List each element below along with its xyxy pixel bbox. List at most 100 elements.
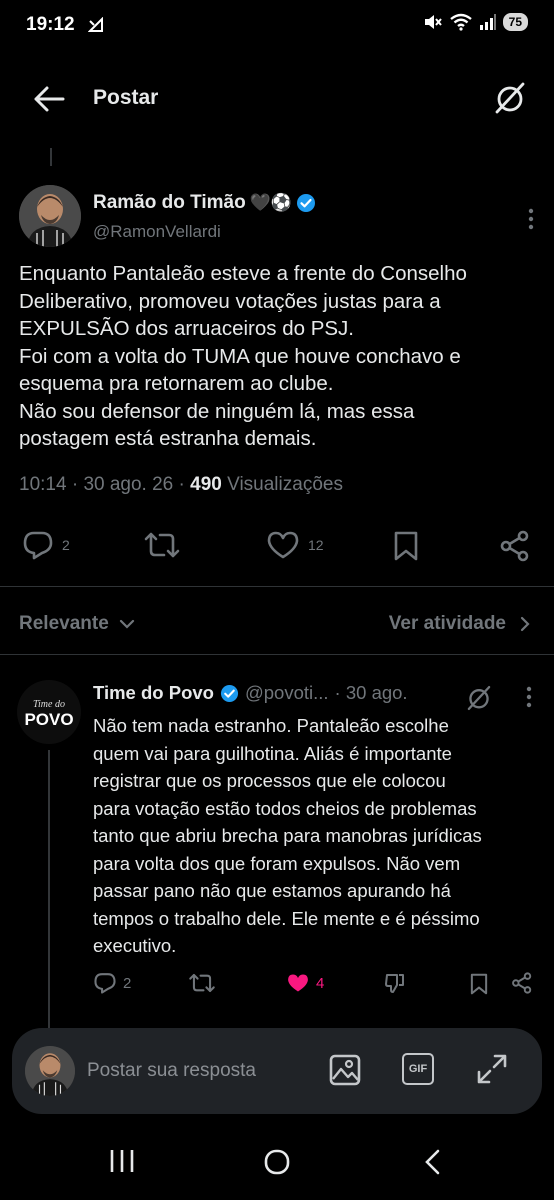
- avatar[interactable]: [25, 1046, 75, 1096]
- reply-count: 2: [62, 537, 70, 553]
- reply-input[interactable]: Postar sua resposta: [87, 1060, 256, 1082]
- post-text-line: EXPULSÃO dos arruaceiros do PSJ.: [19, 317, 354, 340]
- system-back-icon[interactable]: [422, 1148, 442, 1176]
- sort-label: Relevante: [19, 613, 109, 634]
- bookmark-icon[interactable]: [469, 972, 489, 996]
- post-text-line: Deliberativo, promoveu votações justas p…: [19, 289, 441, 313]
- system-navigation-bar: [0, 1122, 554, 1200]
- reply-icon: [94, 973, 116, 994]
- thread-connector-line: [48, 750, 50, 1030]
- wifi-icon: [449, 13, 472, 31]
- page-title: Postar: [93, 86, 159, 109]
- like-count: 12: [308, 537, 324, 553]
- status-bar: 19:12 75: [0, 0, 554, 52]
- time-do-povo-logo: Time do POVO: [17, 680, 81, 744]
- author-name[interactable]: Ramão do Timão 🖤⚽: [93, 192, 316, 214]
- meta-separator: ·: [178, 474, 191, 495]
- sort-dropdown[interactable]: Relevante: [19, 613, 135, 635]
- downvote-icon[interactable]: [384, 972, 406, 994]
- share-icon[interactable]: [511, 972, 533, 994]
- reply-text-line: quem vai para guilhotina. Aliás é import…: [93, 742, 452, 764]
- verified-badge-icon: [220, 684, 239, 702]
- post-text-line: Não sou defensor de ninguém lá, mas essa: [19, 399, 415, 423]
- like-button[interactable]: 12: [266, 530, 324, 560]
- notification-icon: [88, 17, 103, 32]
- reply-text-line: tempos o trabalho dele. Ele mente e é pé…: [93, 907, 480, 929]
- reply-author-handle[interactable]: @povoti...: [245, 682, 329, 704]
- repost-button[interactable]: [188, 972, 216, 994]
- reply-compose-bar: Postar sua resposta GIF: [12, 1028, 542, 1114]
- avatar[interactable]: [19, 185, 81, 247]
- reply-date[interactable]: · 30 ago.: [335, 682, 408, 704]
- post-text-line: esquema pra retornarem ao clube.: [19, 372, 334, 395]
- reply-body: Não tem nada estranho. Pantaleão escolhe…: [93, 712, 543, 960]
- image-icon[interactable]: [328, 1053, 362, 1087]
- back-arrow-icon[interactable]: [32, 84, 66, 114]
- divider: [0, 654, 554, 655]
- reply-post: Time do POVO Time do Povo @povoti... · 3…: [0, 676, 554, 1030]
- chevron-down-icon: [119, 619, 134, 629]
- post-text-line: postagem está estranha demais.: [19, 427, 317, 450]
- like-icon: [267, 531, 299, 559]
- logo-text-top: Time do: [33, 699, 65, 710]
- gif-icon[interactable]: GIF: [402, 1053, 434, 1085]
- author-handle[interactable]: @RamonVellardi: [93, 222, 221, 242]
- reply-button[interactable]: 2: [22, 530, 70, 560]
- reply-text-line: executivo.: [93, 935, 177, 956]
- divider: [0, 586, 554, 587]
- logo-text-bottom: POVO: [24, 710, 73, 729]
- post-body: Enquanto Pantaleão esteve a frente do Co…: [19, 260, 544, 453]
- views-count: 490: [190, 474, 222, 495]
- status-time: 19:12: [26, 14, 75, 35]
- verified-badge-icon: [297, 194, 316, 212]
- like-icon: [288, 974, 308, 992]
- gif-label: GIF: [408, 1063, 428, 1075]
- post-date[interactable]: 30 ago. 26: [83, 474, 173, 495]
- top-header: Postar: [0, 52, 554, 148]
- bookmark-icon[interactable]: [392, 530, 420, 562]
- reply-icon: [23, 531, 53, 560]
- view-activity-label: Ver atividade: [388, 613, 506, 634]
- reply-text-line: para votação estão todos cheios de probl…: [93, 797, 477, 819]
- view-activity-link[interactable]: Ver atividade: [389, 613, 530, 635]
- like-button[interactable]: 4: [286, 972, 324, 994]
- reply-text-line: passar pano não que estamos apurando há: [93, 880, 451, 901]
- reply-author-name[interactable]: Time do Povo: [93, 682, 214, 704]
- thread-connector-line: [50, 148, 52, 166]
- meta-separator: ·: [71, 474, 84, 495]
- post-text-line: Foi com a volta do TUMA que houve concha…: [19, 344, 461, 368]
- reply-text-line: Não tem nada estranho. Pantaleão escolhe: [93, 715, 449, 736]
- post-time[interactable]: 10:14: [19, 474, 67, 495]
- avatar-illustration: [19, 185, 81, 247]
- repost-icon: [189, 973, 215, 993]
- signal-icon: [479, 14, 496, 30]
- like-count: 4: [316, 974, 325, 992]
- more-icon[interactable]: [528, 208, 534, 230]
- reply-count: 2: [123, 974, 132, 992]
- status-icons: 75: [423, 13, 528, 31]
- post-action-bar: 2 12: [0, 522, 554, 566]
- mute-icon: [424, 15, 442, 29]
- grok-icon[interactable]: [492, 80, 528, 116]
- reply-button[interactable]: 2: [93, 972, 131, 994]
- avatar[interactable]: Time do POVO: [17, 680, 81, 744]
- battery-indicator: 75: [502, 13, 528, 31]
- author-emoji: 🖤⚽: [249, 193, 293, 212]
- recent-apps-icon[interactable]: [108, 1148, 136, 1174]
- post-metadata: 10:14 · 30 ago. 26 · 490 Visualizações: [19, 474, 343, 496]
- reply-text-line: registrar que os processos que ele coloc…: [93, 770, 446, 791]
- home-icon[interactable]: [263, 1148, 291, 1176]
- reply-text-line: para volta dos que foram expulsos. Não v…: [93, 852, 461, 874]
- reply-text-line: tanto que abriu brecha para manobras jur…: [93, 825, 482, 846]
- author-name-text: Ramão do Timão: [93, 192, 246, 213]
- expand-icon[interactable]: [476, 1053, 508, 1085]
- more-icon[interactable]: [526, 686, 532, 708]
- grok-icon[interactable]: [465, 684, 493, 712]
- repost-button[interactable]: [143, 530, 181, 560]
- share-icon[interactable]: [499, 530, 531, 562]
- chevron-right-icon: [520, 616, 530, 632]
- reply-action-bar: 2 4: [93, 972, 543, 998]
- post-text-line: Enquanto Pantaleão esteve a frente do Co…: [19, 262, 467, 285]
- views-label: Visualizações: [227, 474, 343, 495]
- replies-sort-row: Relevante Ver atividade: [0, 600, 554, 650]
